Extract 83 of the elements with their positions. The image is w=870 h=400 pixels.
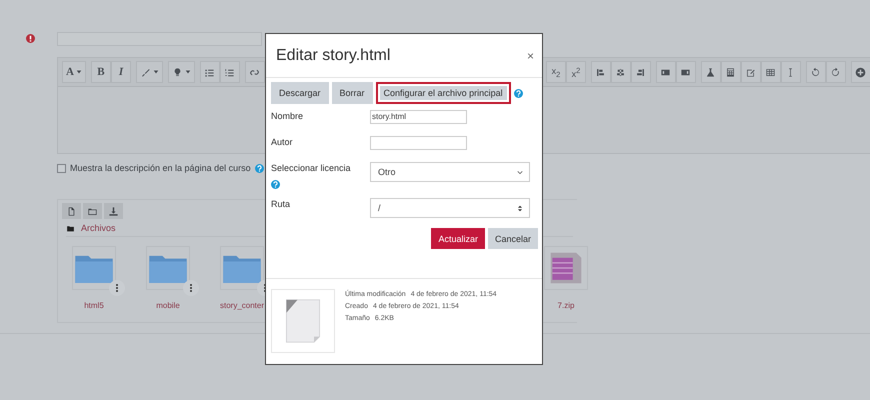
align-left-icon	[595, 66, 606, 78]
redo-icon	[830, 66, 842, 78]
flask-button[interactable]	[700, 61, 721, 83]
script-button[interactable]: x$_{2}$	[546, 61, 566, 83]
download-button[interactable]	[104, 203, 123, 219]
file-name-link[interactable]: html5	[84, 301, 104, 310]
align-left-button[interactable]	[590, 61, 611, 83]
file-name-link[interactable]: mobile	[156, 301, 180, 310]
folder-thumbnail[interactable]	[146, 246, 190, 290]
caret-icon	[152, 69, 159, 75]
close-button[interactable]: ×	[526, 48, 534, 62]
text-field[interactable]: story.html	[370, 110, 467, 124]
ol-button[interactable]	[220, 61, 240, 83]
folder-thumbnail[interactable]	[72, 246, 116, 290]
update-button[interactable]: Actualizar	[431, 228, 485, 249]
folder-icon	[149, 253, 187, 283]
caret-icon	[184, 69, 191, 75]
action-button[interactable]: Descargar	[271, 82, 329, 104]
undo-icon	[810, 66, 822, 78]
caret-icon	[76, 69, 82, 75]
text-field[interactable]	[370, 136, 467, 150]
italic-button[interactable]: I	[110, 61, 131, 83]
folder-icon	[223, 253, 261, 283]
bulb-button[interactable]	[168, 61, 195, 83]
help-icon[interactable]	[514, 88, 523, 98]
checkbox[interactable]	[57, 164, 66, 172]
folder-button[interactable]	[83, 203, 102, 219]
brush-button[interactable]	[136, 61, 163, 83]
bulb-icon	[172, 66, 183, 78]
cancel-button[interactable]: Cancelar	[488, 228, 538, 249]
flask-icon	[705, 66, 716, 78]
align-right-icon	[635, 66, 646, 78]
help-icon[interactable]	[254, 164, 264, 172]
script-button[interactable]: x$^{2}$	[566, 61, 586, 83]
align-right-button[interactable]	[630, 61, 651, 83]
breadcrumb-link[interactable]: Archivos	[81, 223, 116, 233]
calculator-button[interactable]	[720, 61, 741, 83]
select-field[interactable]: /	[370, 198, 530, 218]
table-icon	[765, 66, 776, 78]
folder-icon	[66, 224, 75, 232]
cursor-button[interactable]	[780, 61, 801, 83]
download-icon	[108, 206, 119, 216]
help-icon[interactable]	[271, 180, 280, 189]
ul-button[interactable]	[200, 61, 220, 83]
sort-icon	[517, 204, 523, 212]
field-label: Seleccionar licencia	[271, 163, 352, 173]
file-name-link[interactable]: 7.zip	[558, 301, 574, 310]
document-icon	[284, 298, 322, 344]
plus-icon	[855, 66, 866, 78]
field-label: Ruta	[271, 199, 292, 209]
edit-button[interactable]	[740, 61, 761, 83]
bold-button[interactable]: B	[90, 61, 111, 83]
file-icon	[66, 206, 77, 216]
align-center-button[interactable]	[610, 61, 631, 83]
action-button[interactable]: Borrar	[332, 82, 373, 104]
ol-icon	[224, 66, 236, 78]
align-center-icon	[615, 66, 626, 78]
action-button[interactable]: Configurar el archivo principal	[376, 82, 511, 104]
calculator-icon	[725, 66, 736, 78]
table-button[interactable]	[760, 61, 781, 83]
font-button[interactable]: A	[62, 61, 86, 83]
dialog-title: Editar story.html	[276, 46, 390, 64]
chevron-icon	[517, 168, 523, 176]
field-label: Nombre	[271, 111, 304, 121]
folder-thumbnail[interactable]	[220, 246, 264, 290]
more-button[interactable]	[109, 280, 125, 296]
indent-button[interactable]	[656, 61, 676, 83]
undo-button[interactable]	[806, 61, 826, 83]
file-name-link[interactable]: story_conter	[220, 301, 264, 310]
outdent-button[interactable]	[676, 61, 696, 83]
error-icon	[26, 34, 35, 43]
redo-button[interactable]	[826, 61, 846, 83]
archive-thumbnail[interactable]	[544, 246, 588, 290]
more-button[interactable]	[183, 280, 199, 296]
plus-button[interactable]	[850, 61, 870, 83]
file-button[interactable]	[62, 203, 81, 219]
brush-icon	[140, 66, 151, 78]
folder-icon	[75, 253, 113, 283]
field-label: Autor	[271, 137, 294, 147]
checkbox-label: Muestra la descripción en la página del curso	[70, 163, 251, 173]
archive-icon	[549, 251, 583, 285]
select-field[interactable]: Otro	[370, 162, 530, 182]
link-button[interactable]	[244, 61, 265, 83]
